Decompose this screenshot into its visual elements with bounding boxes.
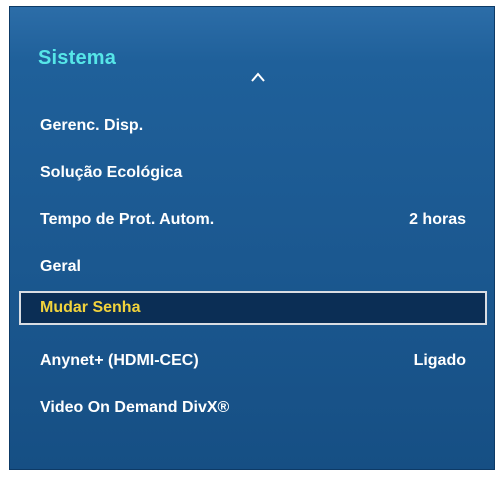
menu-item-value: Ligado: [413, 352, 466, 369]
menu-item-anynet[interactable]: Anynet+ (HDMI-CEC) Ligado: [10, 344, 494, 378]
menu-item-tempo-prot-autom[interactable]: Tempo de Prot. Autom. 2 horas: [10, 203, 494, 237]
menu-item-label: Geral: [40, 258, 81, 275]
menu-item-video-on-demand-divx[interactable]: Video On Demand DivX®: [10, 391, 494, 425]
menu-item-label: Anynet+ (HDMI-CEC): [40, 352, 199, 369]
menu-title: Sistema: [38, 47, 117, 69]
menu-item-solucao-ecologica[interactable]: Solução Ecológica: [10, 156, 494, 190]
chevron-up-icon[interactable]: [250, 71, 266, 83]
menu-item-label: Video On Demand DivX®: [40, 399, 230, 416]
menu-item-geral[interactable]: Geral: [10, 250, 494, 284]
menu-item-label: Mudar Senha: [40, 299, 141, 316]
menu-item-label: Solução Ecológica: [40, 164, 183, 181]
menu-item-label: Tempo de Prot. Autom.: [40, 211, 215, 228]
settings-menu-panel: Sistema Gerenc. Disp. Solução Ecológica …: [9, 6, 495, 470]
menu-item-label: Gerenc. Disp.: [40, 117, 144, 134]
menu-item-mudar-senha[interactable]: Mudar Senha: [19, 291, 487, 325]
menu-item-value: 2 horas: [409, 211, 466, 228]
menu-item-gerenc-disp[interactable]: Gerenc. Disp.: [10, 109, 494, 143]
